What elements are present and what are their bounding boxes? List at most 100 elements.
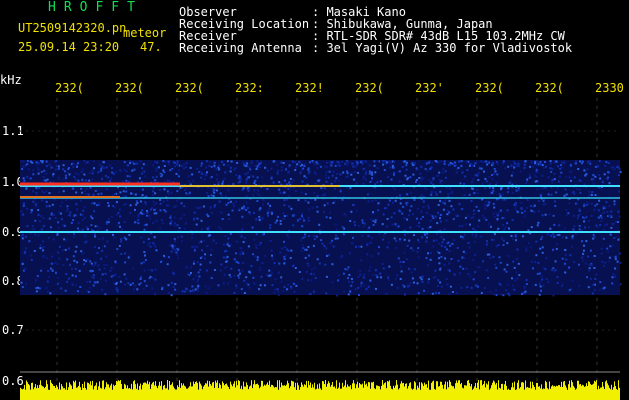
- noise-pixel: [336, 160, 339, 163]
- noise-pixel: [325, 180, 328, 183]
- noise-level-sample: [399, 388, 400, 400]
- noise-pixel: [316, 195, 319, 198]
- noise-pixel: [421, 227, 424, 230]
- noise-pixel: [352, 165, 355, 168]
- noise-pixel: [94, 246, 96, 249]
- noise-pixel: [199, 263, 202, 266]
- noise-pixel: [447, 293, 450, 296]
- noise-pixel: [372, 219, 375, 222]
- noise-pixel: [350, 210, 353, 213]
- noise-pixel: [106, 222, 108, 225]
- noise-level-sample: [106, 382, 107, 400]
- noise-pixel: [229, 170, 232, 173]
- noise-pixel: [50, 262, 53, 265]
- noise-pixel: [42, 225, 45, 228]
- noise-level-sample: [309, 385, 310, 400]
- noise-pixel: [238, 269, 241, 272]
- noise-pixel: [614, 267, 617, 270]
- noise-pixel: [551, 236, 554, 239]
- noise-pixel: [412, 249, 415, 252]
- noise-pixel: [148, 268, 151, 271]
- noise-level-sample: [104, 389, 105, 400]
- noise-pixel: [330, 164, 333, 167]
- noise-pixel: [94, 281, 97, 284]
- noise-pixel: [578, 263, 580, 266]
- noise-pixel: [92, 276, 95, 279]
- noise-level-sample: [466, 385, 467, 400]
- noise-pixel: [277, 169, 280, 172]
- noise-level-sample: [425, 384, 426, 400]
- noise-pixel: [517, 262, 520, 265]
- noise-pixel: [561, 161, 564, 164]
- noise-pixel: [303, 163, 306, 166]
- noise-pixel: [438, 179, 441, 182]
- noise-pixel: [466, 169, 469, 171]
- noise-pixel: [424, 168, 427, 171]
- noise-pixel: [21, 263, 24, 265]
- noise-pixel: [152, 176, 155, 179]
- noise-pixel: [115, 282, 118, 284]
- noise-pixel: [169, 244, 172, 247]
- noise-level-sample: [553, 386, 554, 400]
- noise-pixel: [413, 234, 415, 237]
- noise-level-sample: [186, 388, 187, 400]
- noise-level-sample: [462, 387, 463, 400]
- noise-pixel: [159, 202, 162, 205]
- noise-pixel: [499, 283, 502, 286]
- noise-level-sample: [591, 385, 592, 400]
- noise-pixel: [93, 202, 96, 205]
- noise-level-sample: [482, 385, 483, 400]
- noise-pixel: [188, 273, 191, 276]
- noise-pixel: [118, 208, 121, 211]
- noise-level-sample: [162, 389, 163, 400]
- noise-level-sample: [294, 387, 295, 400]
- noise-level-sample: [484, 380, 485, 400]
- noise-level-sample: [145, 382, 146, 400]
- noise-pixel: [434, 292, 437, 295]
- noise-pixel: [447, 193, 450, 196]
- noise-pixel: [88, 172, 91, 175]
- noise-pixel: [193, 249, 196, 252]
- noise-pixel: [350, 173, 353, 176]
- noise-level-sample: [43, 386, 44, 400]
- noise-pixel: [273, 291, 276, 294]
- noise-level-sample: [146, 383, 147, 400]
- noise-pixel: [443, 202, 446, 205]
- noise-level-sample: [464, 385, 465, 400]
- noise-level-sample: [179, 380, 180, 400]
- noise-pixel: [180, 202, 183, 205]
- noise-pixel: [132, 267, 135, 270]
- noise-pixel: [195, 223, 198, 226]
- noise-pixel: [606, 223, 608, 226]
- noise-pixel: [78, 269, 81, 272]
- noise-pixel: [72, 163, 75, 166]
- noise-pixel: [86, 228, 89, 231]
- noise-pixel: [138, 177, 141, 180]
- noise-pixel: [173, 238, 176, 241]
- noise-level-sample: [524, 389, 525, 400]
- noise-pixel: [372, 224, 375, 226]
- noise-level-sample: [443, 388, 444, 400]
- noise-pixel: [411, 277, 414, 280]
- noise-pixel: [42, 176, 45, 178]
- noise-pixel: [455, 292, 458, 294]
- noise-pixel: [287, 187, 290, 190]
- noise-pixel: [339, 173, 342, 176]
- noise-level-sample: [233, 383, 234, 400]
- noise-level-sample: [491, 385, 492, 400]
- noise-level-sample: [117, 381, 118, 400]
- noise-pixel: [215, 173, 218, 176]
- noise-level-sample: [396, 380, 397, 400]
- noise-pixel: [57, 251, 60, 254]
- noise-level-sample: [323, 381, 324, 400]
- noise-level-sample: [191, 386, 192, 400]
- noise-pixel: [249, 213, 252, 216]
- noise-pixel: [245, 165, 248, 168]
- noise-level-sample: [378, 386, 379, 400]
- noise-level-sample: [536, 382, 537, 400]
- noise-pixel: [512, 237, 514, 240]
- noise-pixel: [433, 276, 435, 279]
- noise-pixel: [460, 165, 463, 167]
- noise-pixel: [551, 179, 554, 182]
- noise-level-sample: [447, 381, 448, 400]
